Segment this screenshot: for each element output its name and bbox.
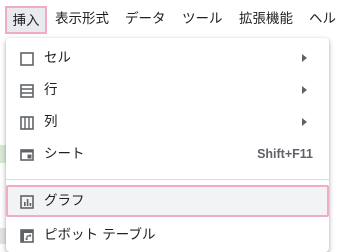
column-icon: [20, 115, 34, 130]
row-icon: [20, 83, 34, 98]
menu-item-cell[interactable]: セル: [6, 42, 329, 74]
menu-data[interactable]: データ: [125, 8, 166, 30]
menubar: 挿入 表示形式 データ ツール 拡張機能 ヘル: [0, 0, 337, 38]
menu-item-label: 行: [44, 82, 58, 98]
menu-item-column[interactable]: 列: [6, 106, 329, 138]
shortcut-hint: Shift+F11: [257, 147, 313, 161]
menu-tools[interactable]: ツール: [182, 8, 223, 30]
menu-item-label: シート: [44, 146, 85, 162]
menu-item-row[interactable]: 行: [6, 74, 329, 106]
menu-help[interactable]: ヘル: [309, 8, 336, 30]
menu-item-label: グラフ: [44, 193, 85, 209]
menu-item-pivot-table[interactable]: ピボット テーブル: [6, 219, 329, 251]
menu-item-label: セル: [44, 50, 71, 66]
menu-insert[interactable]: 挿入: [5, 6, 47, 34]
sheet-icon: [20, 147, 34, 161]
menu-item-sheet[interactable]: シート Shift+F11: [6, 138, 329, 170]
cell-icon: [20, 51, 34, 66]
submenu-arrow-icon: [302, 54, 307, 62]
submenu-arrow-icon: [302, 118, 307, 126]
insert-dropdown-menu: セル 行 列 シート Shift+F11 グラフ ピボット テーブル: [6, 38, 329, 252]
menu-extensions[interactable]: 拡張機能: [239, 8, 293, 30]
menu-divider: [6, 179, 329, 180]
menu-item-chart[interactable]: グラフ: [6, 185, 329, 217]
pivot-table-icon: [20, 228, 34, 243]
menu-item-label: ピボット テーブル: [44, 227, 156, 243]
chart-icon: [20, 194, 34, 209]
menu-format[interactable]: 表示形式: [55, 8, 109, 30]
submenu-arrow-icon: [302, 86, 307, 94]
menu-item-label: 列: [44, 114, 58, 130]
